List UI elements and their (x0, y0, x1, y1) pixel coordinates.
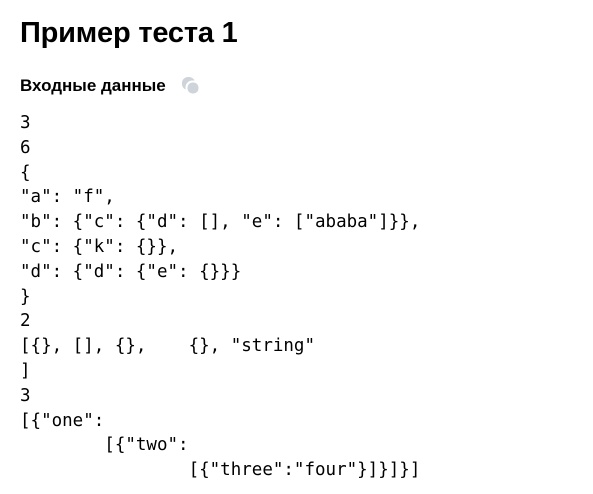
page-title: Пример теста 1 (20, 17, 238, 49)
input-section-label: Входные данные (20, 76, 166, 95)
copy-icon[interactable] (180, 75, 202, 97)
input-data-code: 3 6 { "a": "f", "b": {"c": {"d": [], "e"… (20, 113, 421, 481)
copy-icon-graphic (181, 77, 201, 96)
input-section-header: Входные данные (20, 73, 202, 99)
